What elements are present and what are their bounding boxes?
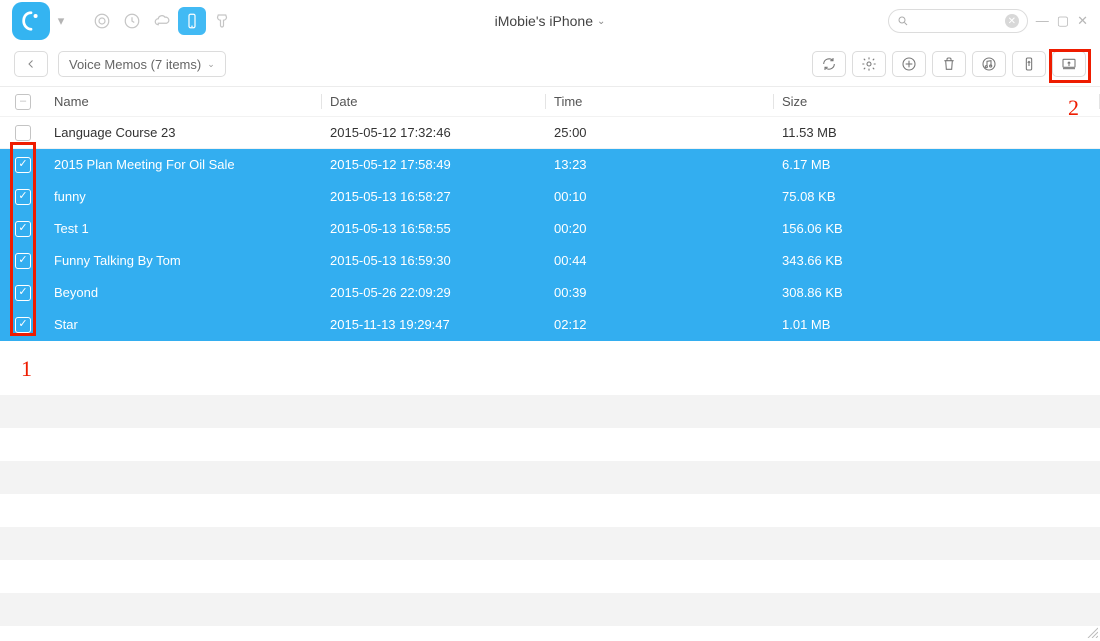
cell-date: 2015-05-26 22:09:29	[322, 285, 546, 300]
cell-name: Star	[46, 317, 322, 332]
tab-clock[interactable]	[118, 7, 146, 35]
cell-size: 6.17 MB	[774, 157, 1100, 172]
breadcrumb[interactable]: Voice Memos (7 items) ⌄	[58, 51, 226, 77]
cell-name: Funny Talking By Tom	[46, 253, 322, 268]
cell-name: Test 1	[46, 221, 322, 236]
cell-time: 00:39	[546, 285, 774, 300]
cell-date: 2015-05-13 16:58:27	[322, 189, 546, 204]
device-title-text: iMobie's iPhone	[495, 13, 593, 29]
resize-grip-icon[interactable]	[1086, 626, 1098, 638]
to-device-button[interactable]	[1012, 51, 1046, 77]
window-controls: — ▢ ✕	[1036, 13, 1088, 29]
to-computer-button[interactable]	[1052, 51, 1086, 77]
cell-name: Language Course 23	[46, 125, 322, 140]
cell-size: 308.86 KB	[774, 285, 1100, 300]
cell-name: funny	[46, 189, 322, 204]
table-header-row: Name Date Time Size	[0, 87, 1100, 117]
tab-apps[interactable]	[208, 7, 236, 35]
delete-button[interactable]	[932, 51, 966, 77]
col-header-date[interactable]: Date	[322, 94, 546, 109]
table-row[interactable]: Test 12015-05-13 16:58:5500:20156.06 KB	[0, 213, 1100, 245]
col-header-size[interactable]: Size	[774, 94, 1100, 109]
row-checkbox[interactable]	[15, 285, 31, 301]
maximize-button[interactable]: ▢	[1057, 13, 1069, 29]
table-row[interactable]: Funny Talking By Tom2015-05-13 16:59:300…	[0, 245, 1100, 277]
minimize-button[interactable]: —	[1036, 13, 1049, 29]
table-row[interactable]: Star2015-11-13 19:29:4702:121.01 MB	[0, 309, 1100, 341]
cell-date: 2015-11-13 19:29:47	[322, 317, 546, 332]
chevron-down-icon: ⌄	[597, 16, 605, 27]
row-checkbox[interactable]	[15, 157, 31, 173]
search-icon	[897, 15, 909, 27]
cell-size: 1.01 MB	[774, 317, 1100, 332]
logo-dropdown-dot-icon[interactable]: ▾	[52, 12, 70, 30]
select-all-checkbox[interactable]	[15, 94, 31, 110]
table-row[interactable]: funny2015-05-13 16:58:2700:1075.08 KB	[0, 181, 1100, 213]
row-checkbox[interactable]	[15, 125, 31, 141]
cell-size: 11.53 MB	[774, 125, 1100, 140]
add-button[interactable]	[892, 51, 926, 77]
cell-time: 00:20	[546, 221, 774, 236]
col-header-name[interactable]: Name	[46, 94, 322, 109]
close-button[interactable]: ✕	[1077, 13, 1088, 29]
cell-time: 00:10	[546, 189, 774, 204]
app-logo	[12, 2, 50, 40]
search-input[interactable]: ✕	[888, 9, 1028, 33]
tab-cloud[interactable]	[148, 7, 176, 35]
cell-time: 00:44	[546, 253, 774, 268]
memo-table: Name Date Time Size Language Course 2320…	[0, 86, 1100, 341]
refresh-button[interactable]	[812, 51, 846, 77]
titlebar: ▾ iMobie's iPhone ⌄ ✕ — ▢ ✕	[0, 0, 1100, 42]
to-itunes-button[interactable]	[972, 51, 1006, 77]
cell-size: 156.06 KB	[774, 221, 1100, 236]
annotation-label-2: 2	[1068, 95, 1079, 121]
chevron-down-icon: ⌄	[207, 59, 215, 70]
device-selector[interactable]: iMobie's iPhone ⌄	[495, 13, 606, 29]
cell-time: 13:23	[546, 157, 774, 172]
row-checkbox[interactable]	[15, 189, 31, 205]
row-checkbox[interactable]	[15, 317, 31, 333]
cell-name: 2015 Plan Meeting For Oil Sale	[46, 157, 322, 172]
cell-date: 2015-05-12 17:58:49	[322, 157, 546, 172]
toolbar: Voice Memos (7 items) ⌄	[0, 42, 1100, 86]
cell-name: Beyond	[46, 285, 322, 300]
tab-music[interactable]	[88, 7, 116, 35]
cell-time: 02:12	[546, 317, 774, 332]
cell-date: 2015-05-13 16:59:30	[322, 253, 546, 268]
table-row[interactable]: Language Course 232015-05-12 17:32:4625:…	[0, 117, 1100, 149]
cell-size: 75.08 KB	[774, 189, 1100, 204]
cell-date: 2015-05-13 16:58:55	[322, 221, 546, 236]
row-checkbox[interactable]	[15, 221, 31, 237]
top-category-tabs	[88, 7, 236, 35]
breadcrumb-label: Voice Memos (7 items)	[69, 57, 201, 72]
row-checkbox[interactable]	[15, 253, 31, 269]
back-button[interactable]	[14, 51, 48, 77]
cell-date: 2015-05-12 17:32:46	[322, 125, 546, 140]
col-header-time[interactable]: Time	[546, 94, 774, 109]
annotation-label-1: 1	[21, 356, 32, 382]
cell-time: 25:00	[546, 125, 774, 140]
table-row[interactable]: 2015 Plan Meeting For Oil Sale2015-05-12…	[0, 149, 1100, 181]
clear-search-icon[interactable]: ✕	[1005, 14, 1019, 28]
tab-device[interactable]	[178, 7, 206, 35]
settings-button[interactable]	[852, 51, 886, 77]
table-row[interactable]: Beyond2015-05-26 22:09:2900:39308.86 KB	[0, 277, 1100, 309]
cell-size: 343.66 KB	[774, 253, 1100, 268]
